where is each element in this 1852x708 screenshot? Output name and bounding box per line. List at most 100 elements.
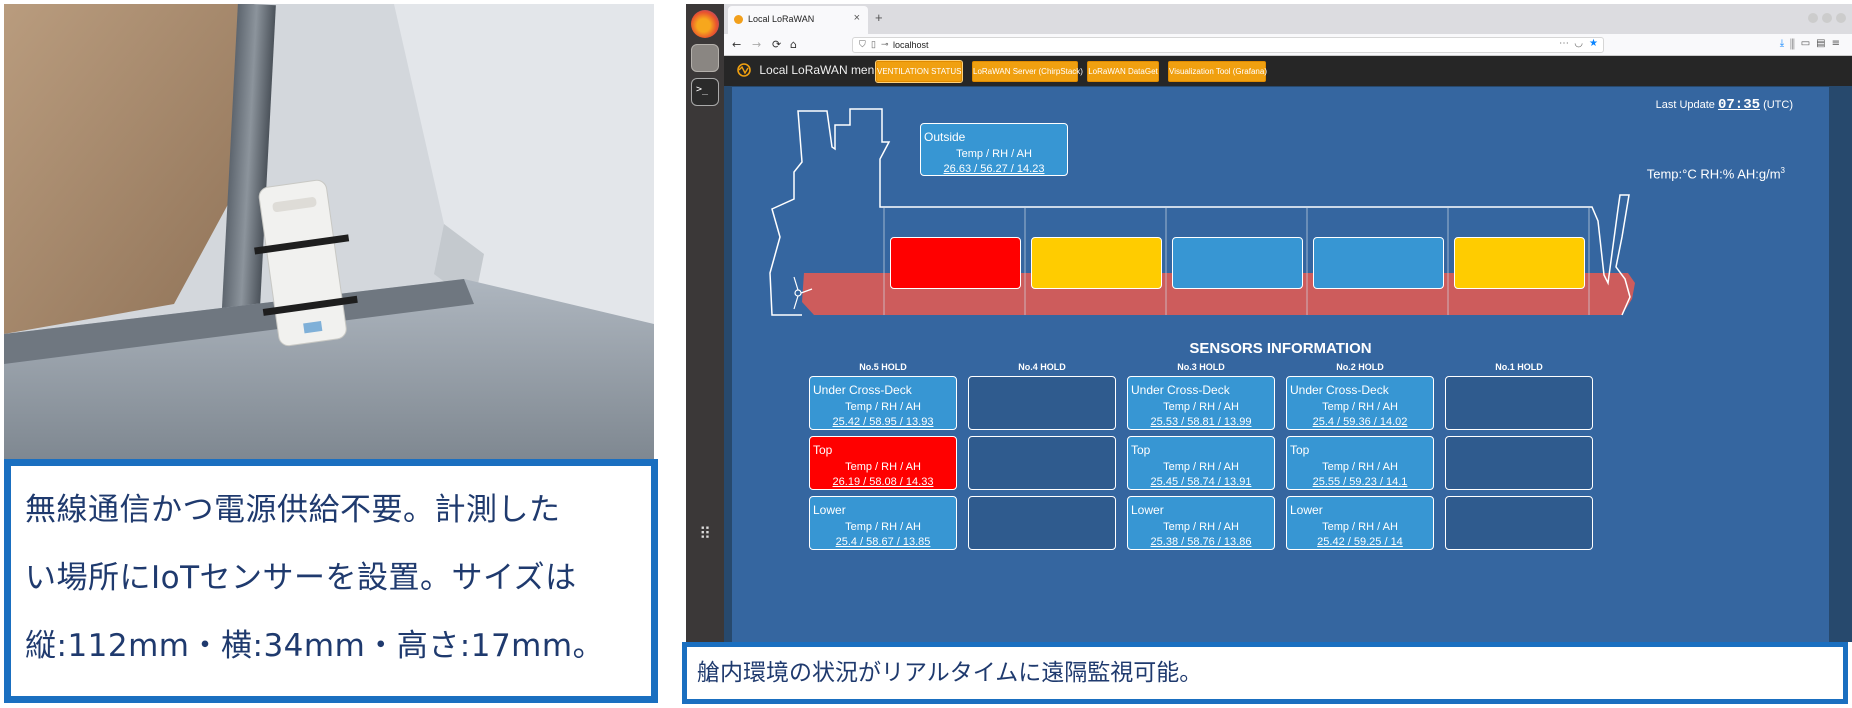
outside-title: Outside [924, 130, 966, 144]
close-window-button[interactable] [1836, 13, 1846, 23]
sensor-card-values: 25.45 / 58.74 / 13.91 [1150, 476, 1252, 488]
reload-icon[interactable]: ⟳ [772, 38, 781, 51]
left-caption-box: 無線通信かつ電源供給不要。計測した い場所にIoTセンサーを設置。サイズは 縦:… [4, 459, 658, 703]
sensor-card-values: 25.4 / 58.67 / 13.85 [835, 536, 931, 548]
nav-visualization-tool[interactable]: Visualization Tool (Grafana) [1168, 61, 1267, 82]
sensor-photo [4, 4, 654, 459]
outside-values: 26.63 / 56.27 / 14.23 [943, 163, 1045, 175]
desktop-screenshot: >_ ⠿ Local LoRaWAN × + ← → ⟳ ⌂ ⛉ ▯ ⊸ loc… [686, 4, 1852, 642]
nav-lorawan-dataget[interactable]: LoRaWAN DataGet [1087, 61, 1159, 82]
more-actions-icon[interactable]: ⋯ [1559, 38, 1569, 49]
nav-lorawan-server[interactable]: LoRaWAN Server (ChirpStack) [972, 61, 1083, 82]
window-controls [1804, 8, 1846, 27]
sidebar-icon[interactable]: ▭ [1801, 38, 1816, 49]
sensor-card-title: Under Cross-Deck [813, 383, 912, 397]
toolbar-icons: ⤓⫼▭▤≡ [1780, 38, 1846, 49]
sensor-card: Under Cross-Deck Temp / RH / AH 25.4 / 59.… [1286, 376, 1434, 430]
sensor-card: Top Temp / RH / AH 26.19 / 58.08 / 14.33 [809, 436, 957, 490]
page-info-icon[interactable]: ▯ [871, 39, 876, 50]
outside-header: Temp / RH / AH [956, 148, 1032, 160]
sensor-card-empty [968, 376, 1116, 430]
key-icon: ⊸ [881, 39, 889, 49]
brand[interactable]: Local LoRaWAN menu [736, 63, 881, 77]
menu-icon[interactable]: ≡ [1832, 38, 1846, 49]
terminal-icon[interactable]: >_ [691, 78, 719, 106]
sensor-card-header: Temp / RH / AH [1322, 401, 1398, 413]
sensor-card-values: 25.53 / 58.81 / 13.99 [1150, 416, 1252, 428]
hold-4-heading: No.4 HOLD [1018, 362, 1066, 372]
sensor-card: Top Temp / RH / AH 25.45 / 58.74 / 13.91 [1127, 436, 1275, 490]
apps-grid-icon[interactable]: ⠿ [691, 520, 719, 548]
tab-local-lorawan[interactable]: Local LoRaWAN × [728, 6, 868, 34]
left-caption-line-1: 無線通信かつ電源供給不要。計測した [25, 492, 561, 528]
download-icon[interactable]: ⤓ [1780, 38, 1790, 49]
left-caption-line-2: い場所にIoTセンサーを設置。サイズは [25, 560, 577, 596]
lorawan-favicon-icon [734, 15, 743, 24]
sensor-card-header: Temp / RH / AH [1163, 521, 1239, 533]
close-tab-icon[interactable]: × [854, 12, 860, 24]
back-arrow-icon[interactable]: ← [732, 38, 741, 51]
sensor-card-header: Temp / RH / AH [1322, 521, 1398, 533]
sensor-card-values: 25.4 / 59.36 / 14.02 [1312, 416, 1408, 428]
hold-4-indicator[interactable] [1031, 237, 1162, 289]
hold-1-indicator[interactable] [1454, 237, 1585, 289]
sensor-card-title: Under Cross-Deck [1131, 383, 1230, 397]
right-caption-text: 艙内環境の状況がリアルタイムに遠隔監視可能。 [697, 660, 1203, 686]
sensor-card: Lower Temp / RH / AH 25.42 / 59.25 / 14 [1286, 496, 1434, 550]
sensor-card-header: Temp / RH / AH [845, 521, 921, 533]
url-bar[interactable]: ⛉ ▯ ⊸ localhost ⋯ ◡ ★ [852, 37, 1604, 53]
minimize-button[interactable] [1808, 13, 1818, 23]
sensor-card-header: Temp / RH / AH [1163, 401, 1239, 413]
left-caption-line-3: 縦:112mm・横:34mm・高さ:17mm。 [25, 628, 605, 664]
maximize-button[interactable] [1822, 13, 1832, 23]
sensor-card-empty [968, 496, 1116, 550]
tab-bar: Local LoRaWAN × + [724, 4, 1852, 34]
sensor-card: Under Cross-Deck Temp / RH / AH 25.53 / 58… [1127, 376, 1275, 430]
firefox-icon[interactable] [691, 10, 719, 38]
hold-2-heading: No.2 HOLD [1336, 362, 1384, 372]
library-icon[interactable]: ⫼ [1790, 38, 1801, 49]
pocket-icon[interactable]: ◡ [1574, 38, 1583, 49]
sensor-card-values: 26.19 / 58.08 / 14.33 [832, 476, 934, 488]
sensor-card-title: Top [813, 443, 833, 457]
os-dock: >_ ⠿ [686, 4, 724, 642]
bookmark-star-icon[interactable]: ★ [1589, 38, 1598, 49]
sensor-card: Under Cross-Deck Temp / RH / AH 25.42 / 58… [809, 376, 957, 430]
ship-diagram [769, 108, 1635, 316]
hold-5-indicator[interactable] [890, 237, 1021, 289]
sensor-card-header: Temp / RH / AH [845, 401, 921, 413]
tab-title: Local LoRaWAN [748, 14, 815, 24]
sensor-card-values: 25.38 / 58.76 / 13.86 [1150, 536, 1252, 548]
sensor-card-values: 25.42 / 58.95 / 13.93 [832, 416, 934, 428]
files-icon[interactable] [691, 44, 719, 72]
sensor-card: Lower Temp / RH / AH 25.4 / 58.67 / 13.85 [809, 496, 957, 550]
home-icon[interactable]: ⌂ [790, 38, 797, 51]
sensor-card-empty [1445, 376, 1593, 430]
sensor-card-values: 25.55 / 59.23 / 14.1 [1312, 476, 1408, 488]
sensor-card-title: Under Cross-Deck [1290, 383, 1389, 397]
outside-sensor-card: Outside Temp / RH / AH 26.63 / 56.27 / 1… [920, 123, 1068, 176]
hold-3-heading: No.3 HOLD [1177, 362, 1225, 372]
hold-3-indicator[interactable] [1172, 237, 1303, 289]
hold-2-indicator[interactable] [1313, 237, 1444, 289]
sensor-card-values: 25.42 / 59.25 / 14 [1317, 536, 1403, 548]
sensor-card-header: Temp / RH / AH [1163, 461, 1239, 473]
url-text: localhost [893, 40, 929, 50]
shield-icon[interactable]: ⛉ [859, 39, 866, 50]
sensor-card-title: Lower [1290, 503, 1323, 517]
reader-icon[interactable]: ▤ [1816, 38, 1831, 49]
nav-ventilation-status[interactable]: VENTILATION STATUS [875, 60, 963, 83]
sensor-card-title: Top [1131, 443, 1151, 457]
sensor-card-header: Temp / RH / AH [1322, 461, 1398, 473]
sensor-card-empty [1445, 496, 1593, 550]
forward-arrow-icon[interactable]: → [752, 38, 761, 51]
sensors-information-title: SENSORS INFORMATION [1189, 340, 1372, 357]
sensor-photo-image [4, 4, 654, 459]
new-tab-button[interactable]: + [875, 10, 883, 25]
lorawan-logo-icon [737, 63, 751, 77]
browser-window: Local LoRaWAN × + ← → ⟳ ⌂ ⛉ ▯ ⊸ localhos… [724, 4, 1852, 642]
web-page: Local LoRaWAN menu VENTILATION STATUS Lo… [724, 56, 1852, 642]
sensor-card-header: Temp / RH / AH [845, 461, 921, 473]
sensor-card: Top Temp / RH / AH 25.55 / 59.23 / 14.1 [1286, 436, 1434, 490]
app-navbar: Local LoRaWAN menu VENTILATION STATUS Lo… [724, 56, 1852, 86]
